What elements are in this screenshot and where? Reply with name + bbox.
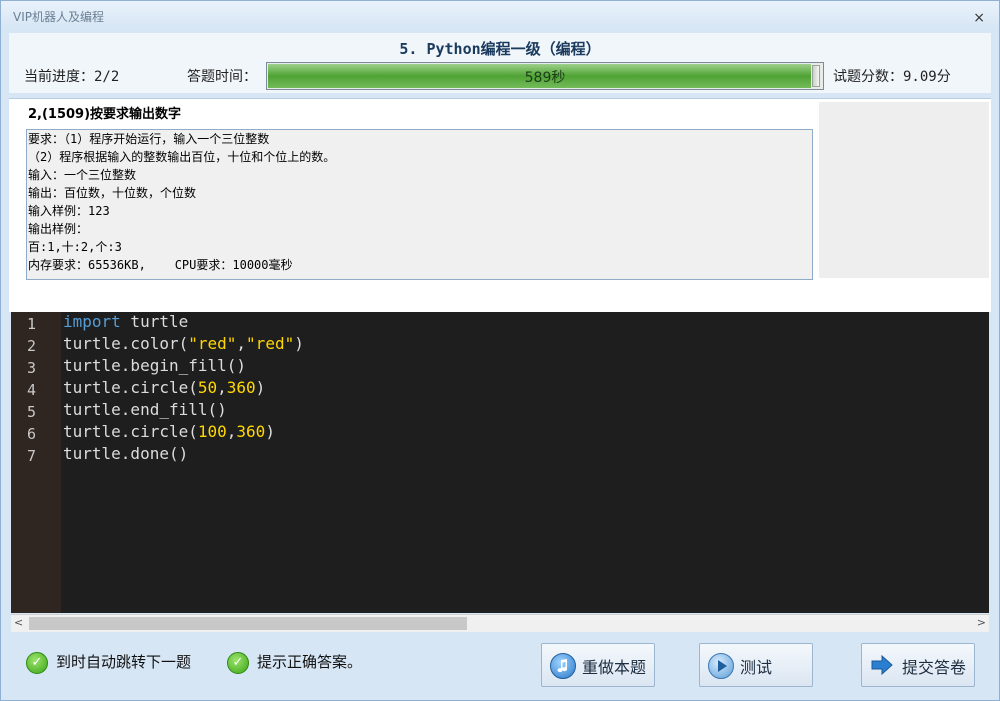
- arrow-right-icon: [870, 653, 894, 677]
- code-line[interactable]: turtle.circle(50,360): [63, 378, 265, 397]
- code-token: turtle.circle(: [63, 422, 198, 441]
- code-line[interactable]: turtle.begin_fill(): [63, 356, 246, 375]
- code-line[interactable]: turtle.color("red","red"): [63, 334, 304, 353]
- scroll-left-icon[interactable]: <: [14, 616, 23, 629]
- code-token: turtle: [120, 312, 189, 331]
- code-token: import: [63, 312, 121, 331]
- redo-label: 重做本题: [582, 658, 647, 677]
- window-title: VIP机器人及编程: [13, 10, 104, 24]
- line-number: 6: [27, 425, 37, 443]
- requirement-line: （2）程序根据输入的整数输出百位，十位和个位上的数。: [28, 150, 336, 164]
- code-editor[interactable]: 1234567 import turtle turtle.color("red",…: [11, 312, 989, 613]
- requirement-line: 输出样例：: [28, 222, 89, 236]
- auto-jump-option[interactable]: ✓ 到时自动跳转下一题: [26, 651, 191, 674]
- close-icon[interactable]: ×: [973, 11, 985, 25]
- check-icon: ✓: [26, 651, 48, 674]
- code-token: 50: [197, 378, 218, 397]
- line-number: 5: [27, 403, 37, 421]
- code-line[interactable]: turtle.done(): [63, 444, 188, 463]
- side-panel: [819, 102, 989, 278]
- footer: ✓ 到时自动跳转下一题 ✓ 提示正确答案。 重做本题 测试 提交答卷: [9, 633, 991, 695]
- code-line[interactable]: turtle.end_fill(): [63, 400, 227, 419]
- requirement-line: 百:1,十:2,个:3: [28, 240, 122, 254]
- requirement-line: 要求：（1）程序开始运行，输入一个三位整数: [28, 132, 270, 146]
- scrollbar-thumb[interactable]: [29, 617, 467, 630]
- question-title: 5. Python编程一级（编程）: [399, 40, 601, 58]
- submit-button[interactable]: 提交答卷: [861, 643, 975, 687]
- time-progress-bar: 589秒: [266, 62, 824, 90]
- code-token: ,: [236, 334, 247, 353]
- show-answer-label: 提示正确答案。: [257, 653, 363, 671]
- question-heading: 2,(1509)按要求输出数字: [28, 107, 182, 122]
- score-label: 试题分数：9.09分: [833, 69, 951, 85]
- music-note-icon: [550, 653, 576, 679]
- requirements-box: 要求：（1）程序开始运行，输入一个三位整数 （2）程序根据输入的整数输出百位，十位…: [26, 129, 813, 280]
- test-button[interactable]: 测试: [699, 643, 813, 687]
- requirement-line: 输入样例：123: [28, 204, 110, 218]
- requirement-line: 内存要求：65536KB, CPU要求：10000毫秒: [28, 258, 293, 272]
- code-token: ): [255, 378, 266, 397]
- code-token: 100: [197, 422, 227, 441]
- progress-knob: [812, 65, 820, 87]
- line-number: 7: [27, 447, 37, 465]
- code-token: 360: [226, 378, 256, 397]
- line-number: 4: [27, 381, 37, 399]
- code-token: turtle.begin_fill(): [63, 356, 247, 375]
- question-header: 5. Python编程一级（编程） 当前进度：2/2 答题时间： 589秒 试题…: [9, 33, 991, 93]
- line-number: 3: [27, 359, 37, 377]
- code-line[interactable]: import turtle: [63, 312, 188, 331]
- code-token: turtle.done(): [63, 444, 189, 463]
- scroll-right-icon[interactable]: >: [977, 616, 986, 629]
- test-label: 测试: [740, 658, 773, 677]
- progress-label: 当前进度：2/2: [24, 69, 120, 85]
- show-answer-option[interactable]: ✓ 提示正确答案。: [227, 651, 362, 674]
- code-token: "red": [246, 334, 295, 353]
- time-value: 589秒: [524, 70, 566, 86]
- check-icon: ✓: [227, 651, 249, 674]
- redo-button[interactable]: 重做本题: [541, 643, 655, 687]
- code-token: ,: [226, 422, 237, 441]
- line-number: 1: [27, 315, 37, 333]
- app-window: VIP机器人及编程 × 5. Python编程一级（编程） 当前进度：2/2 答…: [0, 0, 1000, 701]
- horizontal-scrollbar[interactable]: < >: [11, 614, 989, 632]
- code-token: ,: [217, 378, 227, 397]
- auto-jump-label: 到时自动跳转下一题: [56, 653, 192, 671]
- requirement-line: 输出：百位数，十位数，个位数: [28, 186, 197, 200]
- code-token: turtle.end_fill(): [63, 400, 227, 419]
- code-token: 360: [236, 422, 266, 441]
- play-icon: [708, 653, 734, 679]
- code-token: ): [294, 334, 304, 353]
- line-number: 2: [27, 337, 37, 355]
- submit-label: 提交答卷: [902, 658, 967, 677]
- requirement-line: 输入：一个三位整数: [28, 168, 137, 182]
- title-bar: VIP机器人及编程 ×: [1, 1, 999, 31]
- code-token: "red": [188, 334, 237, 353]
- line-number-gutter: 1 2 3 4 5 6 7: [11, 312, 61, 613]
- code-token: ): [265, 422, 275, 441]
- time-label: 答题时间：: [187, 69, 257, 85]
- code-token: turtle.color(: [63, 334, 189, 353]
- question-panel: 2,(1509)按要求输出数字 要求：（1）程序开始运行，输入一个三位整数 （2）…: [9, 98, 991, 312]
- code-line[interactable]: turtle.circle(100,360): [63, 422, 275, 441]
- code-token: turtle.circle(: [63, 378, 198, 397]
